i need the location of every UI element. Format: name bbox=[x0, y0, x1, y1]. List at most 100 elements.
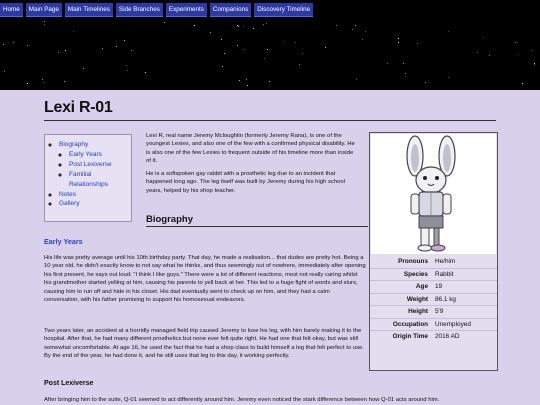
star bbox=[239, 80, 240, 81]
toc-subitem: Early Years bbox=[69, 150, 131, 160]
star bbox=[27, 83, 28, 84]
character-infobox: Pronouns He/him Species Rabbit Age 19 We… bbox=[369, 132, 498, 371]
star bbox=[267, 49, 268, 50]
infobox-label: Weight bbox=[406, 295, 428, 303]
star bbox=[83, 68, 84, 69]
nav-tab-side-branches[interactable]: Side Branches bbox=[115, 3, 163, 17]
nav-tab-companions[interactable]: Companions bbox=[209, 3, 252, 17]
star bbox=[534, 64, 535, 65]
early-years-paragraph: Two years later, an accident at a horrid… bbox=[44, 328, 364, 360]
infobox-value: 2016 AD bbox=[435, 333, 460, 340]
toc-link-gallery[interactable]: Gallery bbox=[59, 200, 80, 207]
toc-link-familial-relationships[interactable]: Familial Relationships bbox=[69, 171, 108, 188]
star bbox=[243, 49, 244, 50]
star bbox=[253, 28, 254, 29]
star bbox=[355, 25, 356, 26]
star bbox=[352, 29, 353, 30]
star bbox=[73, 31, 74, 32]
star bbox=[42, 79, 43, 80]
nav-tab-main-page[interactable]: Main Page bbox=[25, 3, 62, 17]
early-years-paragraph: His life was pretty average until his 10… bbox=[44, 255, 366, 304]
star bbox=[518, 54, 519, 55]
nav-tab-discovery-timeline[interactable]: Discovery Timeline bbox=[254, 3, 314, 17]
infobox-label: Origin Time bbox=[392, 333, 428, 340]
toc-link-post-lexiverse[interactable]: Post Lexiverse bbox=[69, 161, 112, 168]
toc-link-early-years[interactable]: Early Years bbox=[69, 151, 102, 158]
star bbox=[237, 25, 238, 26]
star bbox=[325, 47, 326, 48]
infobox-label: Age bbox=[415, 283, 428, 290]
table-of-contents: Biography Early Years Post Lexiverse Fam… bbox=[44, 134, 132, 222]
section-divider bbox=[146, 226, 368, 227]
star bbox=[27, 45, 28, 46]
toc-item: Notes bbox=[59, 190, 131, 200]
star bbox=[194, 25, 195, 26]
star bbox=[58, 52, 59, 53]
infobox-row: Pronouns He/him bbox=[370, 256, 497, 268]
star bbox=[269, 81, 270, 82]
star bbox=[356, 79, 357, 80]
star bbox=[336, 25, 337, 26]
star bbox=[243, 26, 244, 27]
star bbox=[302, 53, 303, 54]
star bbox=[417, 43, 418, 44]
rabbit-character-image bbox=[406, 135, 456, 252]
character-portrait bbox=[371, 134, 496, 254]
star bbox=[44, 21, 45, 22]
star bbox=[222, 66, 223, 67]
star bbox=[64, 81, 65, 82]
star bbox=[387, 63, 388, 64]
infobox-label: Height bbox=[408, 308, 428, 315]
star bbox=[398, 42, 399, 43]
star bbox=[362, 39, 363, 40]
title-divider bbox=[44, 120, 496, 121]
infobox-value: Unemployed bbox=[435, 320, 471, 328]
star bbox=[237, 45, 238, 46]
star bbox=[483, 37, 484, 38]
star bbox=[405, 73, 406, 74]
star bbox=[477, 52, 478, 53]
star bbox=[246, 79, 247, 80]
star bbox=[224, 53, 225, 54]
nav-tab-experiments[interactable]: Experiments bbox=[165, 3, 207, 17]
infobox-row: Species Rabbit bbox=[370, 267, 497, 281]
infobox-label: Species bbox=[403, 270, 428, 278]
infobox-row: Height 5'9 bbox=[370, 305, 497, 318]
intro-paragraph: Lexi R, real name Jeremy Mcloughlin (for… bbox=[146, 133, 355, 165]
star bbox=[3, 44, 4, 45]
toc-link-notes[interactable]: Notes bbox=[59, 191, 76, 198]
star bbox=[264, 58, 265, 59]
post-lexiverse-paragraph: After bringing him to the suite, Q-01 se… bbox=[44, 397, 440, 403]
star bbox=[116, 46, 117, 47]
star bbox=[284, 41, 285, 42]
nav-tab-main-timelines[interactable]: Main Timelines bbox=[64, 3, 113, 17]
infobox-row: Origin Time 2016 AD bbox=[370, 330, 497, 343]
infobox-label: Pronouns bbox=[398, 258, 428, 265]
intro-paragraph: He is a softspoken gay rabbit with a pro… bbox=[146, 171, 345, 194]
toc-subitem: Familial Relationships bbox=[69, 170, 131, 190]
toc-link-biography[interactable]: Biography bbox=[59, 141, 88, 148]
infobox-value: He/him bbox=[435, 258, 456, 265]
star bbox=[403, 63, 404, 64]
nav-tab-home[interactable]: Home bbox=[0, 3, 23, 17]
star bbox=[398, 38, 399, 39]
star bbox=[365, 31, 366, 32]
early-years-heading: Early Years bbox=[44, 237, 83, 246]
toc-subitem: Post Lexiverse bbox=[69, 160, 131, 170]
star bbox=[448, 31, 449, 32]
infobox-row: Weight 86.1 kg bbox=[370, 292, 497, 306]
toc-item: Gallery bbox=[59, 199, 131, 209]
star bbox=[238, 26, 239, 27]
infobox-value: 86.1 kg bbox=[435, 295, 456, 303]
star bbox=[44, 24, 45, 25]
star bbox=[127, 70, 128, 71]
star bbox=[263, 24, 264, 25]
star bbox=[126, 65, 127, 66]
star bbox=[43, 82, 44, 83]
star bbox=[532, 50, 533, 51]
star bbox=[295, 42, 296, 43]
infobox-value: 19 bbox=[435, 283, 443, 290]
top-nav: Home Main Page Main Timelines Side Branc… bbox=[0, 3, 314, 17]
star bbox=[299, 64, 300, 65]
star bbox=[489, 55, 490, 56]
